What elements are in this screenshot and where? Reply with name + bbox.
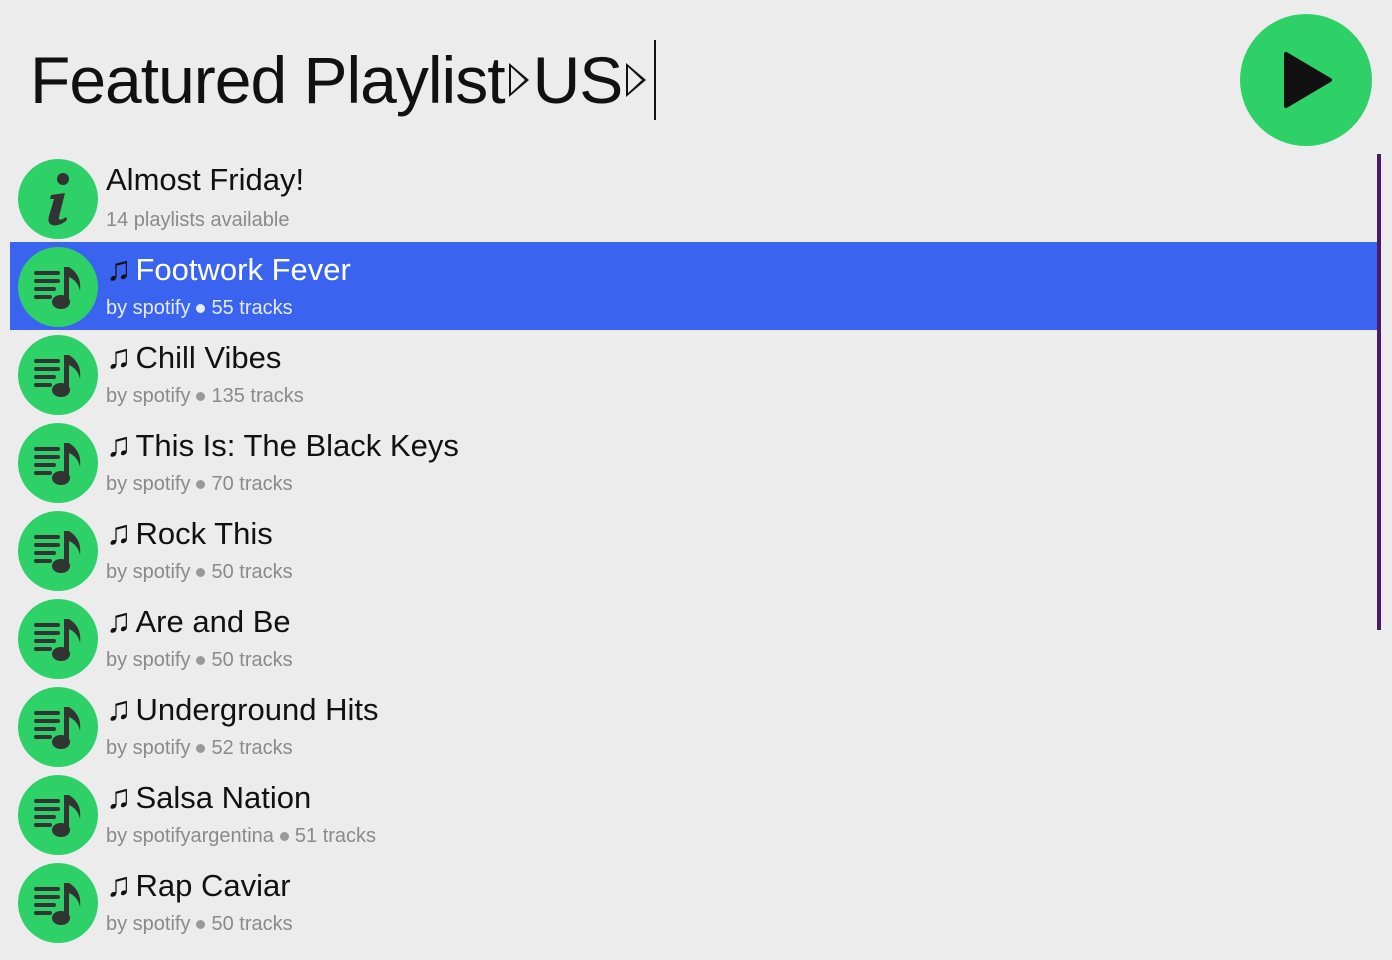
playlist-owner: by spotify bbox=[106, 737, 191, 759]
playlist-owner: by spotify bbox=[106, 473, 191, 495]
playlist-tracks: 50 tracks bbox=[211, 561, 293, 583]
playlist-icon bbox=[18, 775, 98, 855]
playlist-tracks: 135 tracks bbox=[211, 385, 304, 407]
music-note-icon: ♫ bbox=[106, 866, 132, 904]
bullet bbox=[196, 744, 206, 754]
bullet bbox=[196, 392, 206, 402]
playlist-title: This Is: The Black Keys bbox=[135, 427, 459, 463]
playlist-icon bbox=[18, 599, 98, 679]
playlist-owner: by spotify bbox=[106, 913, 191, 935]
bullet bbox=[196, 656, 206, 666]
playlist-owner: by spotify bbox=[106, 385, 191, 407]
playlist-row[interactable]: ♫ Footwork Fever by spotify 55 tracks bbox=[10, 242, 1378, 330]
text-caret bbox=[654, 40, 657, 120]
playlist-tracks: 51 tracks bbox=[294, 825, 377, 847]
info-icon bbox=[18, 159, 98, 239]
music-note-icon: ♫ bbox=[106, 338, 132, 376]
playlist-title: Rap Caviar bbox=[135, 867, 291, 903]
playlist-icon bbox=[18, 423, 98, 503]
results-list: Almost Friday! 14 playlists available ♫ F… bbox=[10, 154, 1378, 946]
playlist-icon bbox=[18, 511, 98, 591]
music-note-icon: ♫ bbox=[106, 426, 132, 464]
bullet bbox=[279, 832, 289, 842]
bullet bbox=[196, 568, 206, 578]
playlist-title: Underground Hits bbox=[135, 691, 379, 727]
playlist-owner: by spotify bbox=[106, 649, 191, 671]
playlist-icon bbox=[18, 247, 98, 327]
playlist-row[interactable]: ♫ Underground Hits by spotify 52 tracks bbox=[10, 682, 1378, 770]
bullet bbox=[196, 920, 206, 930]
playlist-row[interactable]: ♫ Rock This by spotify 50 tracks bbox=[10, 506, 1378, 594]
playlist-icon bbox=[18, 687, 98, 767]
playlist-icon bbox=[18, 335, 98, 415]
playlist-icon bbox=[18, 863, 98, 943]
playlist-owner: by spotifyargentina bbox=[106, 825, 274, 847]
bullet bbox=[196, 304, 206, 314]
query-part: US bbox=[532, 43, 624, 117]
query-part: Featured Playlist bbox=[30, 43, 506, 117]
playlist-tracks: 70 tracks bbox=[211, 473, 293, 495]
search-query[interactable]: Featured Playlist US bbox=[30, 40, 657, 120]
playlist-title: Salsa Nation bbox=[135, 779, 312, 815]
playlist-tracks: 50 tracks bbox=[211, 913, 293, 935]
playlist-owner: by spotify bbox=[106, 297, 191, 319]
playlist-owner: by spotify bbox=[106, 561, 191, 583]
playlist-tracks: 55 tracks bbox=[211, 297, 293, 319]
bullet bbox=[196, 480, 206, 490]
info-title: Almost Friday! bbox=[106, 162, 305, 197]
play-icon bbox=[1284, 52, 1332, 108]
music-note-icon: ♫ bbox=[106, 778, 132, 816]
info-subtitle: 14 playlists available bbox=[106, 209, 290, 231]
playlist-title: Rock This bbox=[135, 515, 273, 551]
scrollbar[interactable] bbox=[1377, 154, 1381, 630]
separator-arrow-icon bbox=[626, 63, 647, 97]
music-note-icon: ♫ bbox=[106, 250, 132, 288]
music-note-icon: ♫ bbox=[106, 602, 132, 640]
play-button[interactable] bbox=[1240, 14, 1372, 146]
playlist-row[interactable]: ♫ Are and Be by spotify 50 tracks bbox=[10, 594, 1378, 682]
playlist-title: Are and Be bbox=[135, 603, 291, 639]
playlist-tracks: 50 tracks bbox=[211, 649, 293, 671]
playlist-title: Chill Vibes bbox=[135, 339, 282, 375]
info-row: Almost Friday! 14 playlists available bbox=[10, 154, 1378, 242]
playlist-row[interactable]: ♫ Rap Caviar by spotify 50 tracks bbox=[10, 858, 1378, 946]
playlist-row[interactable]: ♫ This Is: The Black Keys by spotify 70 tr… bbox=[10, 418, 1378, 506]
music-note-icon: ♫ bbox=[106, 690, 132, 728]
music-note-icon: ♫ bbox=[106, 514, 132, 552]
playlist-title: Footwork Fever bbox=[135, 251, 351, 287]
playlist-tracks: 52 tracks bbox=[211, 737, 293, 759]
separator-arrow-icon bbox=[508, 63, 529, 97]
playlist-row[interactable]: ♫ Chill Vibes by spotify 135 tracks bbox=[10, 330, 1378, 418]
playlist-row[interactable]: ♫ Salsa Nation by spotifyargentina 51 trac… bbox=[10, 770, 1378, 858]
